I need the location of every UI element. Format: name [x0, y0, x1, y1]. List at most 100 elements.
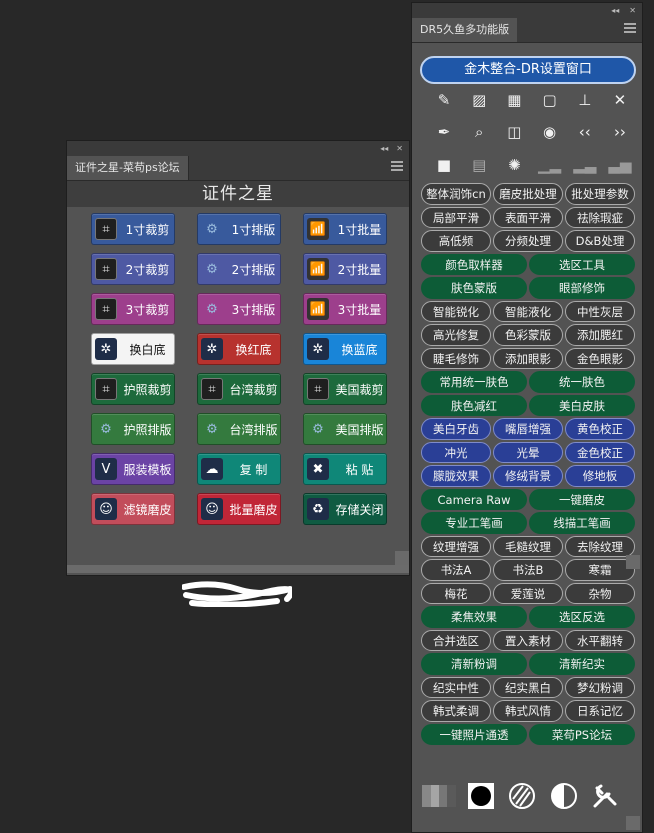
action-button[interactable]: 韩式风情 — [493, 700, 563, 722]
collapse-icon[interactable]: ◂◂ — [380, 144, 388, 153]
clone-stamp-icon[interactable]: ⊥ — [573, 89, 597, 111]
action-button[interactable]: 合并选区 — [421, 629, 491, 651]
compare-icon[interactable]: ◫ — [502, 121, 526, 143]
action-button[interactable]: 高低频 — [421, 230, 491, 252]
id-photo-button[interactable]: ⌗ 护照裁剪 — [91, 373, 175, 405]
action-button[interactable]: 清新粉调 — [421, 653, 527, 675]
action-button[interactable]: 中性灰层 — [565, 300, 635, 322]
panel-menu-icon[interactable] — [624, 23, 636, 33]
action-button[interactable]: 线描工笔画 — [529, 512, 635, 534]
settings-window-button[interactable]: 金木整合-DR设置窗口 — [420, 56, 636, 84]
action-button[interactable]: 爱莲说 — [493, 582, 563, 604]
action-button[interactable]: 韩式柔调 — [421, 700, 491, 722]
grayscale-strip-icon[interactable] — [422, 781, 456, 811]
action-button[interactable]: 水平翻转 — [565, 629, 635, 651]
id-photo-button[interactable]: ⚙ 护照排版 — [91, 413, 175, 445]
chevron-right-icon[interactable]: ›› — [608, 121, 632, 143]
action-button[interactable]: 金色校正 — [565, 441, 635, 463]
action-button[interactable]: 统一肤色 — [529, 371, 635, 393]
id-photo-button[interactable]: ☺ 批量磨皮 — [197, 493, 281, 525]
id-photo-button[interactable]: ☁ 复 制 — [197, 453, 281, 485]
histogram-3-icon[interactable]: ▃▅ — [608, 154, 632, 176]
action-button[interactable]: 日系记忆 — [565, 700, 635, 722]
white-square-icon[interactable]: ■ — [432, 154, 456, 176]
action-button[interactable]: 修地板 — [565, 465, 635, 487]
action-button[interactable]: 一键磨皮 — [529, 488, 635, 510]
action-button[interactable]: 批处理参数 — [565, 183, 635, 205]
action-button[interactable]: 磨皮批处理 — [493, 183, 563, 205]
id-photo-button[interactable]: ⚙ 3寸排版 — [197, 293, 281, 325]
action-button[interactable]: 光晕 — [493, 441, 563, 463]
id-photo-button[interactable]: 📶 3寸批量 — [303, 293, 387, 325]
action-button[interactable]: 肤色蒙版 — [421, 277, 527, 299]
selection-icon[interactable]: ▢ — [538, 89, 562, 111]
id-photo-button[interactable]: ⌗ 3寸裁剪 — [91, 293, 175, 325]
black-circle-icon[interactable] — [464, 781, 498, 811]
id-photo-button[interactable]: ☺ 滤镜磨皮 — [91, 493, 175, 525]
action-button[interactable]: 置入素材 — [493, 629, 563, 651]
action-button[interactable]: D&B处理 — [565, 230, 635, 252]
half-circle-icon[interactable] — [547, 781, 581, 811]
action-button[interactable]: 选区反选 — [529, 606, 635, 628]
action-button[interactable]: 美白牙齿 — [421, 418, 491, 440]
id-photo-button[interactable]: ⚙ 美国排版 — [303, 413, 387, 445]
action-button[interactable]: Camera Raw — [421, 488, 527, 510]
id-photo-button[interactable]: ♻ 存储关闭 — [303, 493, 387, 525]
action-button[interactable]: 柔焦效果 — [421, 606, 527, 628]
panel-tab[interactable]: DR5久鱼多功能版 — [412, 18, 518, 42]
action-button[interactable]: 色彩蒙版 — [493, 324, 563, 346]
action-button[interactable]: 纹理增强 — [421, 535, 491, 557]
action-button[interactable]: 朦胧效果 — [421, 465, 491, 487]
id-photo-button[interactable]: ⌗ 2寸裁剪 — [91, 253, 175, 285]
action-button[interactable]: 肤色减红 — [421, 394, 527, 416]
hatched-circle-icon[interactable] — [505, 781, 539, 811]
action-button[interactable]: 添加眼影 — [493, 347, 563, 369]
action-button[interactable]: 书法B — [493, 559, 563, 581]
action-button[interactable]: 整体润饰cn — [421, 183, 491, 205]
action-button[interactable]: 专业工笔画 — [421, 512, 527, 534]
eye-icon[interactable]: ◉ — [538, 121, 562, 143]
id-photo-button[interactable]: ⚙ 2寸排版 — [197, 253, 281, 285]
action-button[interactable]: 颜色取样器 — [421, 253, 527, 275]
resize-grip[interactable] — [626, 816, 640, 830]
id-photo-button[interactable]: ⌗ 1寸裁剪 — [91, 213, 175, 245]
action-button[interactable]: 梅花 — [421, 582, 491, 604]
histogram-2-icon[interactable]: ▂▃ — [573, 154, 597, 176]
action-button[interactable]: 选区工具 — [529, 253, 635, 275]
close-icon[interactable]: ✕ — [396, 144, 403, 153]
action-button[interactable]: 分频处理 — [493, 230, 563, 252]
action-button[interactable]: 书法A — [421, 559, 491, 581]
id-photo-button[interactable]: V 服装模板 — [91, 453, 175, 485]
wrench-icon[interactable] — [588, 781, 622, 811]
histogram-1-icon[interactable]: ▁▂ — [538, 154, 562, 176]
action-button[interactable]: 添加腮红 — [565, 324, 635, 346]
stamp-brush-icon[interactable]: ✎ — [432, 89, 456, 111]
action-button[interactable]: 智能液化 — [493, 300, 563, 322]
panel-menu-icon[interactable] — [391, 161, 403, 171]
action-button[interactable]: 毛糙纹理 — [493, 535, 563, 557]
gradient-icon[interactable]: ▤ — [467, 154, 491, 176]
action-button[interactable]: 寒霜 — [565, 559, 635, 581]
action-button[interactable]: 菜苟PS论坛 — [529, 723, 635, 745]
action-button[interactable]: 黄色校正 — [565, 418, 635, 440]
action-button[interactable]: 智能锐化 — [421, 300, 491, 322]
id-photo-button[interactable]: ⚙ 1寸排版 — [197, 213, 281, 245]
id-photo-button[interactable]: ✲ 换红底 — [197, 333, 281, 365]
action-button[interactable]: 纪实中性 — [421, 676, 491, 698]
action-button[interactable]: 眼部修饰 — [529, 277, 635, 299]
scroll-handle[interactable] — [626, 555, 640, 569]
id-photo-button[interactable]: ✲ 换白底 — [91, 333, 175, 365]
action-button[interactable]: 一键照片通透 — [421, 723, 527, 745]
horizontal-scrollbar[interactable] — [67, 565, 409, 573]
action-button[interactable]: 清新纪实 — [529, 653, 635, 675]
id-photo-button[interactable]: 📶 1寸批量 — [303, 213, 387, 245]
action-button[interactable]: 梦幻粉调 — [565, 676, 635, 698]
action-button[interactable]: 局部平滑 — [421, 206, 491, 228]
action-button[interactable]: 嘴唇增强 — [493, 418, 563, 440]
id-photo-button[interactable]: ⌗ 台湾裁剪 — [197, 373, 281, 405]
zoom-icon[interactable]: ⌕ — [467, 121, 491, 143]
action-button[interactable]: 去除纹理 — [565, 535, 635, 557]
id-photo-button[interactable]: ⚙ 台湾排版 — [197, 413, 281, 445]
action-button[interactable]: 杂物 — [565, 582, 635, 604]
close-icon[interactable]: ✕ — [629, 6, 636, 15]
